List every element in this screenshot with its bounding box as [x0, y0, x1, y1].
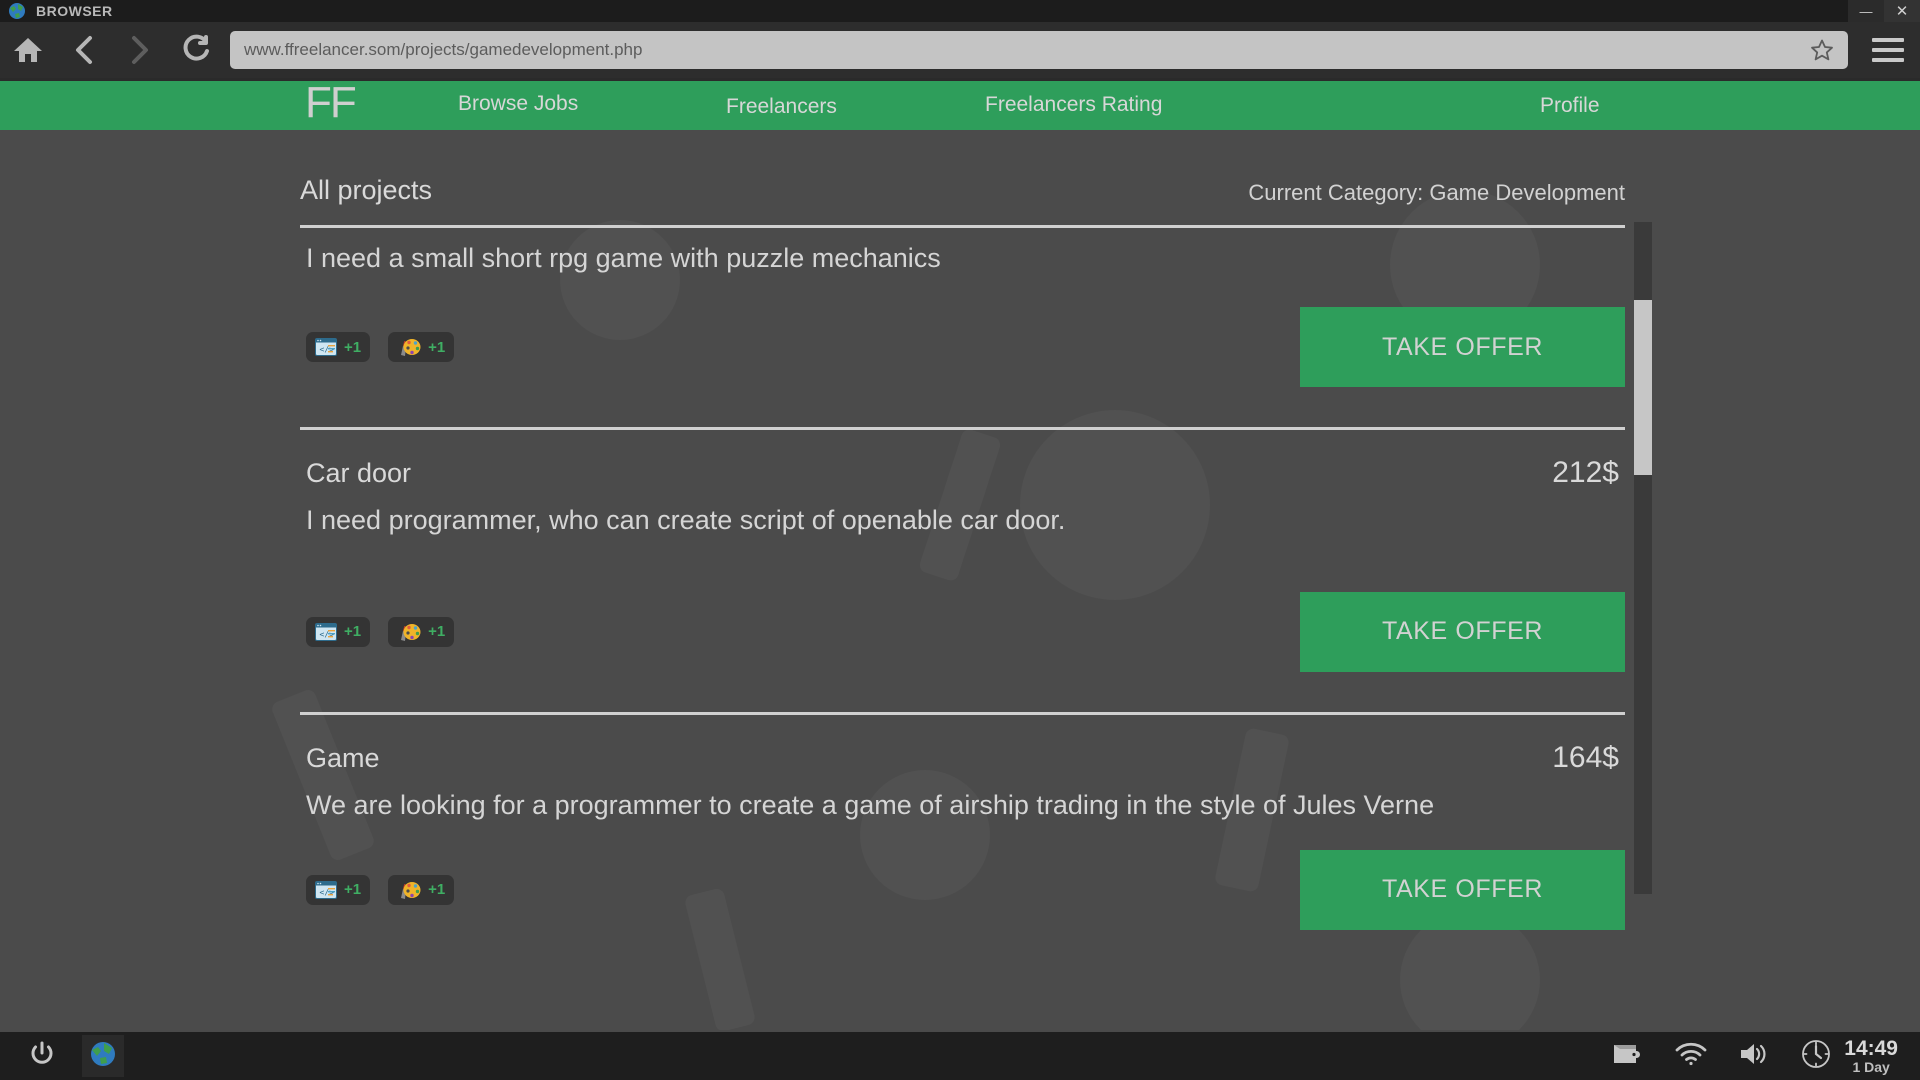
- skill-badge-programming[interactable]: </> +1: [306, 874, 371, 905]
- art-palette-icon: [397, 337, 421, 357]
- site-navbar: [0, 78, 1920, 130]
- code-window-icon: </>: [315, 880, 337, 899]
- power-button[interactable]: [28, 1040, 56, 1073]
- nav-item-freelancers[interactable]: Freelancers: [726, 95, 837, 119]
- project-title: Car door: [306, 458, 412, 489]
- nav-item-profile[interactable]: Profile: [1540, 94, 1600, 118]
- project-description: We are looking for a programmer to creat…: [306, 789, 1435, 820]
- hamburger-menu-icon: [1872, 58, 1904, 62]
- hamburger-menu-icon: [1872, 48, 1904, 52]
- minimize-button[interactable]: —: [1848, 0, 1884, 22]
- project-skills: </> +1 +1: [306, 616, 455, 647]
- power-icon: [28, 1041, 56, 1072]
- clock-tray-button[interactable]: 14:49 1 Day: [1800, 1036, 1898, 1075]
- project-price: 164$: [1552, 740, 1619, 774]
- browser-toolbar: www.ffreelancer.som/projects/gamedevelop…: [0, 22, 1920, 78]
- wallet-tray-button[interactable]: [1612, 1041, 1644, 1072]
- wifi-tray-button[interactable]: [1674, 1041, 1708, 1072]
- skill-count: +1: [428, 881, 446, 899]
- project-footer: </> +1 +1 TAKE OFFER: [300, 307, 1625, 388]
- forward-arrow-icon: [127, 34, 153, 66]
- skill-badge-programming[interactable]: </> +1: [306, 616, 371, 647]
- home-button[interactable]: [0, 22, 56, 78]
- skill-count: +1: [344, 338, 362, 356]
- taskbar-browser-button[interactable]: [82, 1035, 124, 1077]
- wifi-icon: [1674, 1041, 1708, 1072]
- project-list: I need a small short rpg game with puzzl…: [300, 225, 1625, 1030]
- code-window-icon: </>: [315, 338, 337, 357]
- project-header: Game 164$: [300, 715, 1625, 775]
- skill-count: +1: [428, 338, 446, 356]
- nav-item-freelancers-rating[interactable]: Freelancers Rating: [985, 93, 1162, 117]
- project-card: Game 164$ We are looking for a programme…: [300, 711, 1625, 930]
- take-offer-button[interactable]: TAKE OFFER: [1300, 591, 1625, 672]
- project-description: I need programmer, who can create script…: [306, 505, 1066, 536]
- hamburger-menu-icon: [1872, 38, 1904, 42]
- site-logo[interactable]: FF: [305, 78, 357, 130]
- art-palette-icon: [397, 622, 421, 642]
- current-category-label: Current Category: Game Development: [1248, 180, 1625, 205]
- desktop-root: BROWSER — ✕ www.ffreelancer.som/projects…: [0, 0, 1920, 1080]
- project-price: 212$: [1552, 456, 1619, 490]
- page-header: All projects Current Category: Game Deve…: [300, 175, 1625, 206]
- skill-badge-art[interactable]: +1: [388, 874, 455, 905]
- page-content: All projects Current Category: Game Deve…: [0, 130, 1920, 1030]
- url-text[interactable]: www.ffreelancer.som/projects/gamedevelop…: [244, 40, 1810, 60]
- skill-badge-programming[interactable]: </> +1: [306, 332, 371, 363]
- home-icon: [13, 36, 43, 64]
- globe-icon: [90, 1041, 116, 1072]
- take-offer-button[interactable]: TAKE OFFER: [1300, 849, 1625, 930]
- browser-menu-button[interactable]: [1862, 22, 1914, 78]
- project-header: Car door 212$: [300, 430, 1625, 490]
- volume-icon: [1738, 1041, 1770, 1072]
- project-title: Game: [306, 742, 380, 773]
- skill-count: +1: [428, 623, 446, 640]
- window-controls: — ✕: [1848, 0, 1920, 22]
- clock-icon: [1800, 1038, 1832, 1075]
- system-tray: 14:49 1 Day: [1612, 1036, 1920, 1075]
- project-skills: </> +1 +1: [306, 332, 455, 363]
- project-card: Car door 212$ I need programmer, who can…: [300, 427, 1625, 672]
- clock-day: 1 Day: [1852, 1058, 1890, 1075]
- back-arrow-icon: [71, 34, 97, 66]
- back-button[interactable]: [56, 22, 112, 78]
- skill-badge-art[interactable]: +1: [388, 332, 455, 363]
- project-skills: </> +1 +1: [306, 874, 455, 905]
- close-button[interactable]: ✕: [1884, 0, 1920, 22]
- code-window-icon: </>: [315, 622, 337, 641]
- skill-badge-art[interactable]: +1: [388, 616, 455, 647]
- volume-tray-button[interactable]: [1738, 1041, 1770, 1072]
- taskbar: 14:49 1 Day: [0, 1032, 1920, 1080]
- globe-icon: [8, 2, 26, 20]
- scrollbar-thumb[interactable]: [1634, 300, 1652, 475]
- window-title: BROWSER: [36, 3, 113, 19]
- star-icon[interactable]: [1810, 38, 1834, 62]
- project-card: I need a small short rpg game with puzzl…: [300, 225, 1625, 388]
- project-footer: </> +1 +1 TAKE OFFER: [300, 591, 1625, 672]
- nav-item-browse-jobs[interactable]: Browse Jobs: [458, 92, 578, 116]
- reload-icon: [181, 34, 211, 66]
- project-footer: </> +1 +1 TAKE OFFER: [300, 849, 1625, 930]
- wallet-icon: [1612, 1041, 1644, 1072]
- project-description: I need a small short rpg game with puzzl…: [306, 243, 941, 273]
- art-palette-icon: [397, 880, 421, 900]
- forward-button[interactable]: [112, 22, 168, 78]
- window-titlebar: BROWSER — ✕: [0, 0, 1920, 22]
- clock-readout: 14:49 1 Day: [1844, 1036, 1898, 1075]
- skill-count: +1: [344, 881, 362, 899]
- reload-button[interactable]: [168, 22, 224, 78]
- address-bar[interactable]: www.ffreelancer.som/projects/gamedevelop…: [230, 31, 1848, 69]
- skill-count: +1: [344, 623, 362, 640]
- take-offer-button[interactable]: TAKE OFFER: [1300, 307, 1625, 388]
- clock-time: 14:49: [1844, 1036, 1898, 1060]
- page-title: All projects: [300, 175, 433, 205]
